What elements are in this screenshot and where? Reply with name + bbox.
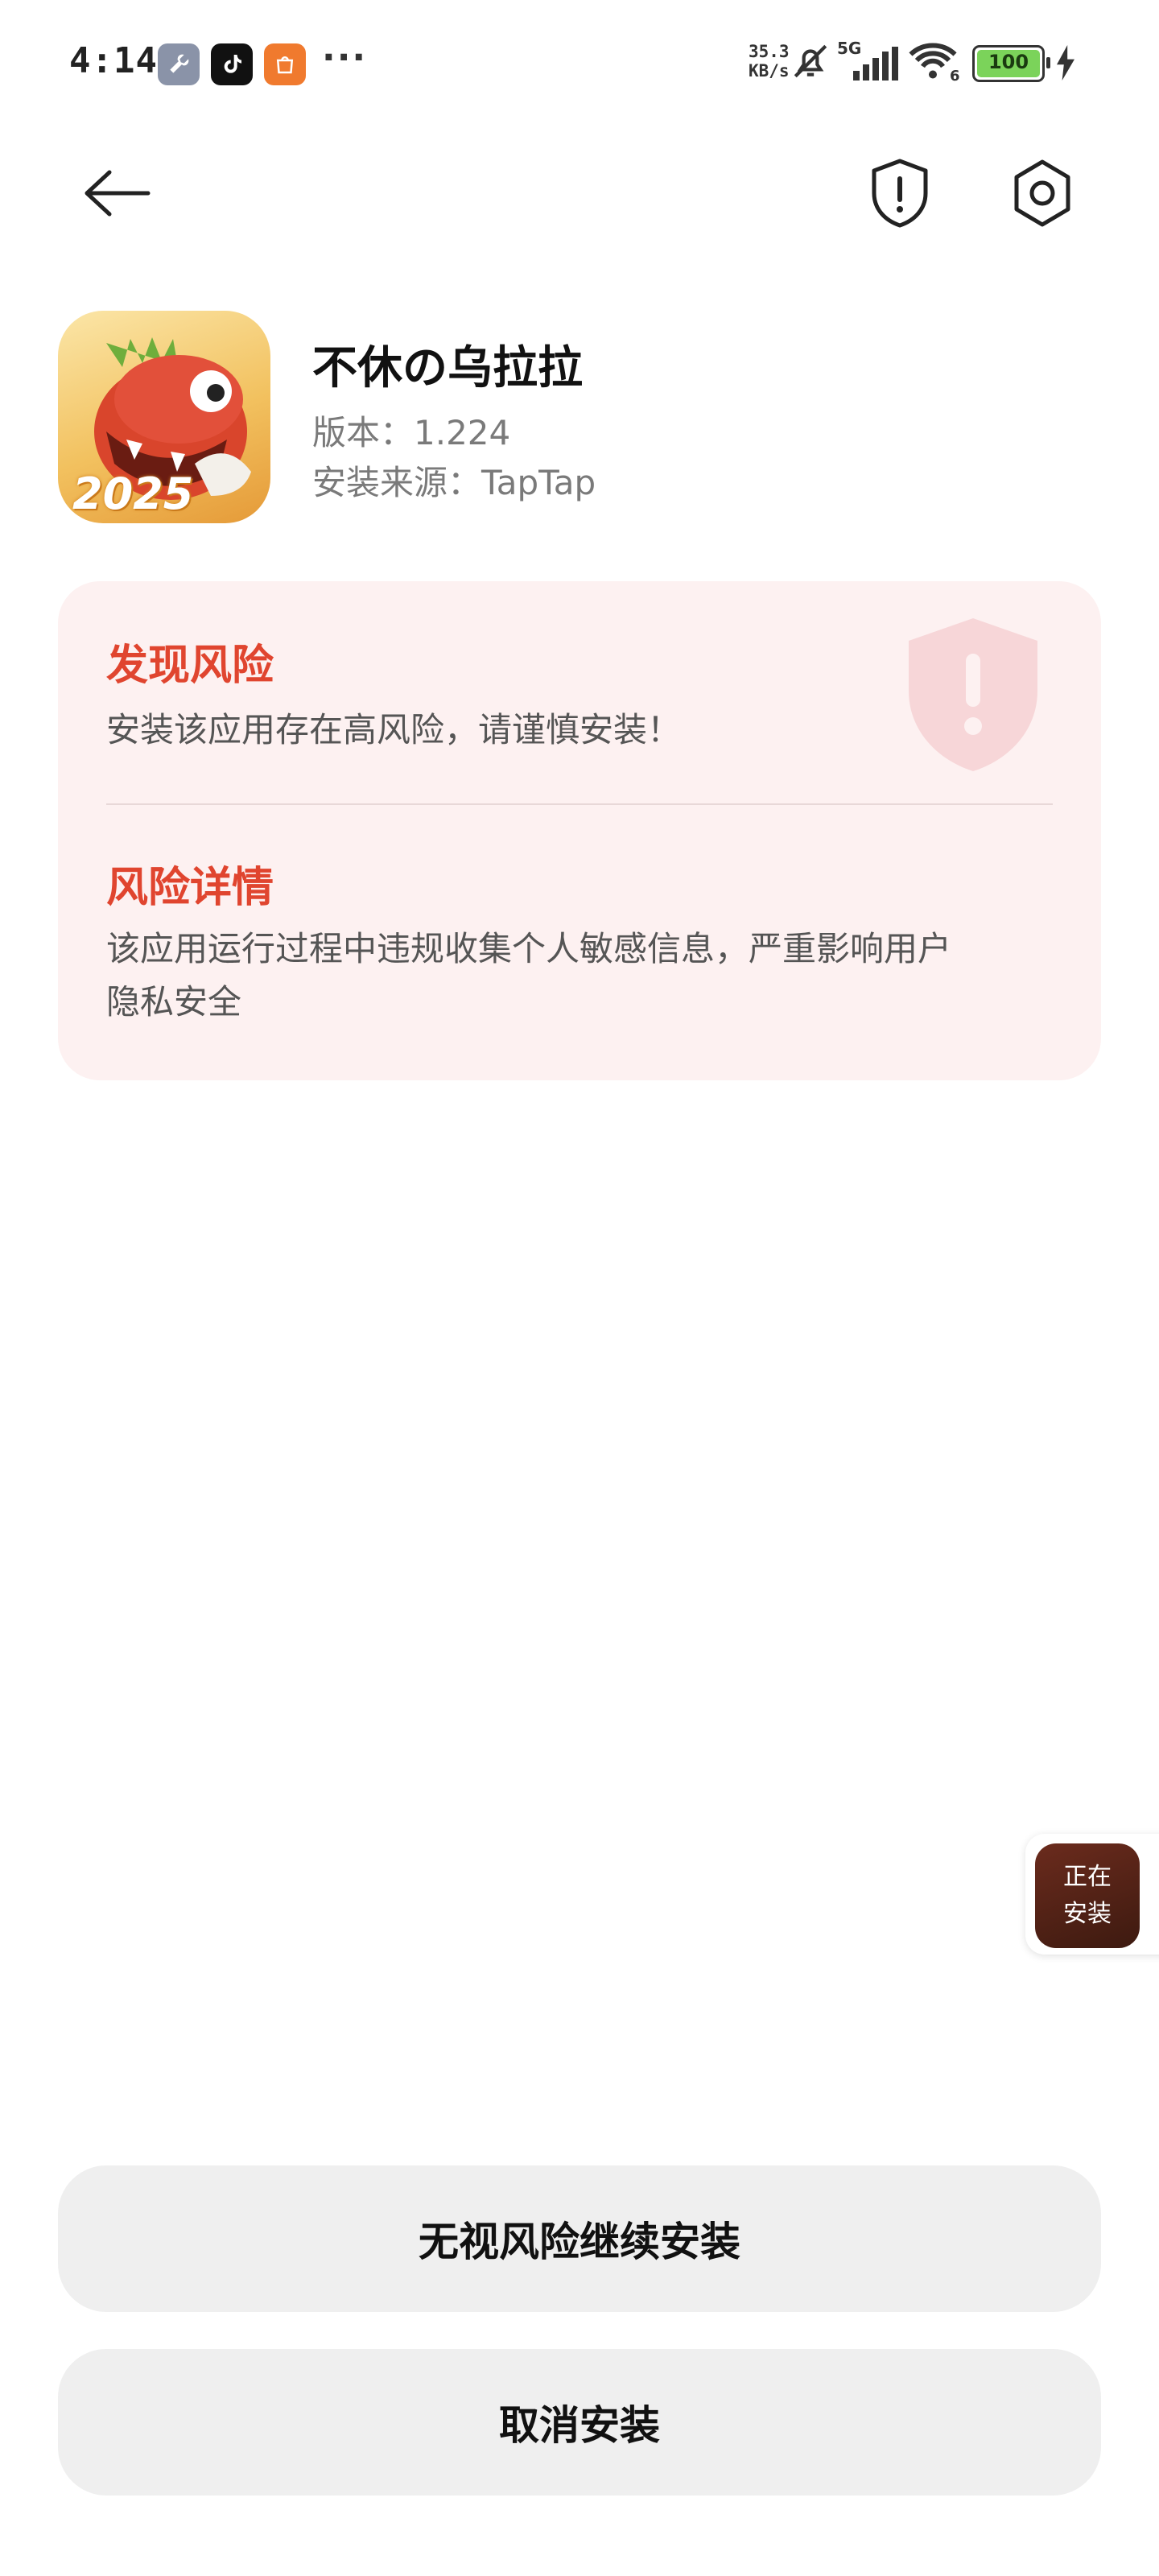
risk-card: 发现风险 安装该应用存在高风险，请谨慎安装！ 风险详情 该应用运行过程中违规收集… xyxy=(58,581,1101,1080)
app-version: 版本：1.224 xyxy=(312,413,511,452)
gear-icon xyxy=(1014,159,1070,227)
app-name: 不休の乌拉拉 xyxy=(312,342,583,394)
risk-message: 安装该应用存在高风险，请谨慎安装！ xyxy=(106,710,682,749)
continue-install-button[interactable]: 无视风险继续安装 xyxy=(58,2165,1101,2312)
wrench-icon xyxy=(158,43,200,85)
battery-icon: 100 xyxy=(972,45,1050,82)
wifi-badge: 6 xyxy=(950,68,960,85)
install-source: 安装来源：TapTap xyxy=(312,463,596,502)
bell-muted-icon xyxy=(790,40,831,85)
status-time: 4:14 xyxy=(69,40,158,81)
shield-alert-icon xyxy=(905,615,1041,776)
net-speed: 35.3 KB/s xyxy=(749,42,790,80)
security-button[interactable] xyxy=(856,149,944,237)
more-notifications: ··· xyxy=(322,37,368,78)
app-icon: 2025 xyxy=(58,311,270,523)
arrow-left-icon xyxy=(85,170,151,217)
signal-icon xyxy=(852,47,900,84)
risk-detail-text: 该应用运行过程中违规收集个人敏感信息，严重影响用户 隐私安全 xyxy=(106,929,952,1022)
settings-button[interactable] xyxy=(998,149,1087,237)
back-button[interactable] xyxy=(72,149,161,237)
installing-indicator[interactable]: 正在 安装 xyxy=(1035,1843,1140,1948)
cancel-install-button[interactable]: 取消安装 xyxy=(58,2349,1101,2496)
app-icon-badge: 2025 xyxy=(72,469,194,519)
charging-icon xyxy=(1054,45,1077,84)
shop-icon xyxy=(264,43,306,85)
risk-divider xyxy=(106,803,1053,805)
risk-detail-title: 风险详情 xyxy=(106,864,274,912)
shield-alert-icon xyxy=(872,159,928,228)
tiktok-icon xyxy=(211,43,253,85)
risk-title: 发现风险 xyxy=(106,642,274,690)
